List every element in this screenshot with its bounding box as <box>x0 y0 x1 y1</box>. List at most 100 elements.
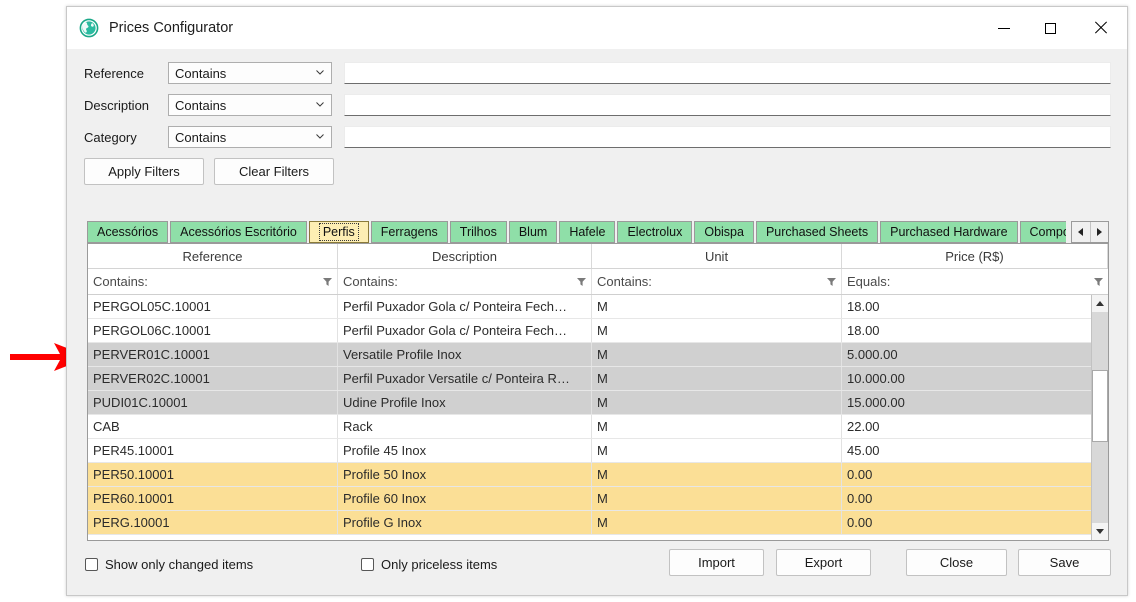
tab-hafele[interactable]: Hafele <box>559 221 616 243</box>
cell-text: 18.00 <box>847 323 880 338</box>
grid-vertical-scrollbar[interactable] <box>1091 295 1108 540</box>
save-button[interactable]: Save <box>1018 549 1111 576</box>
table-row[interactable]: PUDI01C.10001 Udine Profile Inox M 15.00… <box>88 391 1091 415</box>
cell-reference: PER45.10001 <box>88 439 338 462</box>
table-row[interactable]: PERG.10001 Profile G Inox M 0.00 <box>88 511 1091 535</box>
filter-value-reference[interactable] <box>344 62 1111 84</box>
filter-operator-reference[interactable]: Contains <box>168 62 332 84</box>
cell-text: PERG.10001 <box>93 515 170 530</box>
table-row[interactable]: PER60.10001 Profile 60 Inox M 0.00 <box>88 487 1091 511</box>
cell-text: CAB <box>93 419 120 434</box>
scroll-up-button[interactable] <box>1092 295 1108 312</box>
cell-text: M <box>597 467 608 482</box>
funnel-icon[interactable] <box>827 277 836 286</box>
cell-unit: M <box>592 343 842 366</box>
column-header-reference[interactable]: Reference <box>88 244 338 268</box>
cell-text: Profile 45 Inox <box>343 443 427 458</box>
filter-operator-category-value: Contains <box>175 129 227 145</box>
table-row[interactable]: PERVER02C.10001 Perfil Puxador Versatile… <box>88 367 1091 391</box>
scroll-down-button[interactable] <box>1092 523 1108 540</box>
close-button[interactable]: Close <box>906 549 1007 576</box>
funnel-icon[interactable] <box>577 277 586 286</box>
close-window-button[interactable] <box>1073 7 1127 49</box>
show-only-changed-items-checkbox[interactable]: Show only changed items <box>85 557 253 572</box>
table-row[interactable]: PER45.10001 Profile 45 Inox M 45.00 <box>88 439 1091 463</box>
cell-unit: M <box>592 367 842 390</box>
cell-text: 5.000.00 <box>847 347 898 362</box>
cell-text: Perfil Puxador Versatile c/ Ponteira R… <box>343 371 570 386</box>
tab-obispa[interactable]: Obispa <box>694 221 754 243</box>
apply-filters-button[interactable]: Apply Filters <box>84 158 204 185</box>
cell-price: 18.00 <box>842 319 1091 342</box>
cell-price: 18.00 <box>842 295 1091 318</box>
cell-text: 15.000.00 <box>847 395 905 410</box>
cell-unit: M <box>592 415 842 438</box>
tab-purchased-sheets[interactable]: Purchased Sheets <box>755 221 879 243</box>
table-row[interactable]: PER50.10001 Profile 50 Inox M 0.00 <box>88 463 1091 487</box>
cell-text: 0.00 <box>847 515 873 530</box>
tab-label: Componentes <box>1029 225 1066 239</box>
filter-operator-category[interactable]: Contains <box>168 126 332 148</box>
cell-text: M <box>597 491 608 506</box>
cell-price: 22.00 <box>842 415 1091 438</box>
grid-filter-unit[interactable]: Contains: <box>592 269 842 294</box>
grid-filter-reference[interactable]: Contains: <box>88 269 338 294</box>
table-row[interactable]: PERGOL06C.10001 Perfil Puxador Gola c/ P… <box>88 319 1091 343</box>
cell-reference: PERVER01C.10001 <box>88 343 338 366</box>
cell-text: Perfil Puxador Gola c/ Ponteira Fech… <box>343 323 567 338</box>
tab-ferragens[interactable]: Ferragens <box>370 221 448 243</box>
cell-text: Rack <box>343 419 373 434</box>
column-header-unit[interactable]: Unit <box>592 244 842 268</box>
tab-componentes[interactable]: Componentes <box>1019 221 1066 243</box>
filter-label-category: Category <box>84 129 137 145</box>
tab-label: Trilhos <box>459 225 497 239</box>
maximize-button[interactable] <box>1027 7 1073 49</box>
scrollbar-thumb[interactable] <box>1092 370 1108 442</box>
tab-perfis[interactable]: Perfis <box>308 221 369 243</box>
cell-text: M <box>597 323 608 338</box>
funnel-icon[interactable] <box>1094 277 1103 286</box>
import-button[interactable]: Import <box>669 549 764 576</box>
grid-header-row: Reference Description Unit Price (R$) <box>88 244 1108 269</box>
cell-text: Profile 50 Inox <box>343 467 427 482</box>
column-header-description[interactable]: Description <box>338 244 592 268</box>
cell-reference: PERGOL06C.10001 <box>88 319 338 342</box>
cell-description: Perfil Puxador Gola c/ Ponteira Fech… <box>338 319 592 342</box>
funnel-icon[interactable] <box>323 277 332 286</box>
column-header-price[interactable]: Price (R$) <box>842 244 1108 268</box>
cell-reference: PERG.10001 <box>88 511 338 534</box>
cell-text: PERVER02C.10001 <box>93 371 210 386</box>
cell-text: M <box>597 299 608 314</box>
filter-operator-description[interactable]: Contains <box>168 94 332 116</box>
cell-text: Profile G Inox <box>343 515 422 530</box>
export-button[interactable]: Export <box>776 549 871 576</box>
tab-purchased-hardware[interactable]: Purchased Hardware <box>880 221 1018 243</box>
table-row[interactable]: PERGOL05C.10001 Perfil Puxador Gola c/ P… <box>88 295 1091 319</box>
tab-blum[interactable]: Blum <box>508 221 558 243</box>
table-row[interactable]: CAB Rack M 22.00 <box>88 415 1091 439</box>
window-controls <box>981 7 1127 49</box>
filter-row-reference: Reference Contains <box>84 62 1111 84</box>
only-priceless-items-checkbox[interactable]: Only priceless items <box>361 557 497 572</box>
filter-value-category[interactable] <box>344 126 1111 148</box>
table-row[interactable]: PERVER01C.10001 Versatile Profile Inox M… <box>88 343 1091 367</box>
scrollbar-track[interactable] <box>1092 312 1108 523</box>
cell-text: M <box>597 347 608 362</box>
tab-electrolux[interactable]: Electrolux <box>617 221 693 243</box>
grid-filter-price[interactable]: Equals: <box>842 269 1108 294</box>
cell-text: PERGOL06C.10001 <box>93 323 211 338</box>
cell-text: PERGOL05C.10001 <box>93 299 211 314</box>
minimize-button[interactable] <box>981 7 1027 49</box>
tab-acessorios[interactable]: Acessórios <box>87 221 169 243</box>
filter-value-description[interactable] <box>344 94 1111 116</box>
cell-price: 5.000.00 <box>842 343 1091 366</box>
tabs-container: Acessórios Acessórios Escritório Perfis … <box>87 221 1066 243</box>
grid-filter-description[interactable]: Contains: <box>338 269 592 294</box>
tab-trilhos[interactable]: Trilhos <box>449 221 507 243</box>
clear-filters-button[interactable]: Clear Filters <box>214 158 334 185</box>
tab-scroll-left-button[interactable] <box>1072 222 1091 242</box>
tab-acessorios-escritorio[interactable]: Acessórios Escritório <box>170 221 307 243</box>
cell-unit: M <box>592 487 842 510</box>
tab-scroll-right-button[interactable] <box>1090 222 1108 242</box>
cell-description: Profile 45 Inox <box>338 439 592 462</box>
